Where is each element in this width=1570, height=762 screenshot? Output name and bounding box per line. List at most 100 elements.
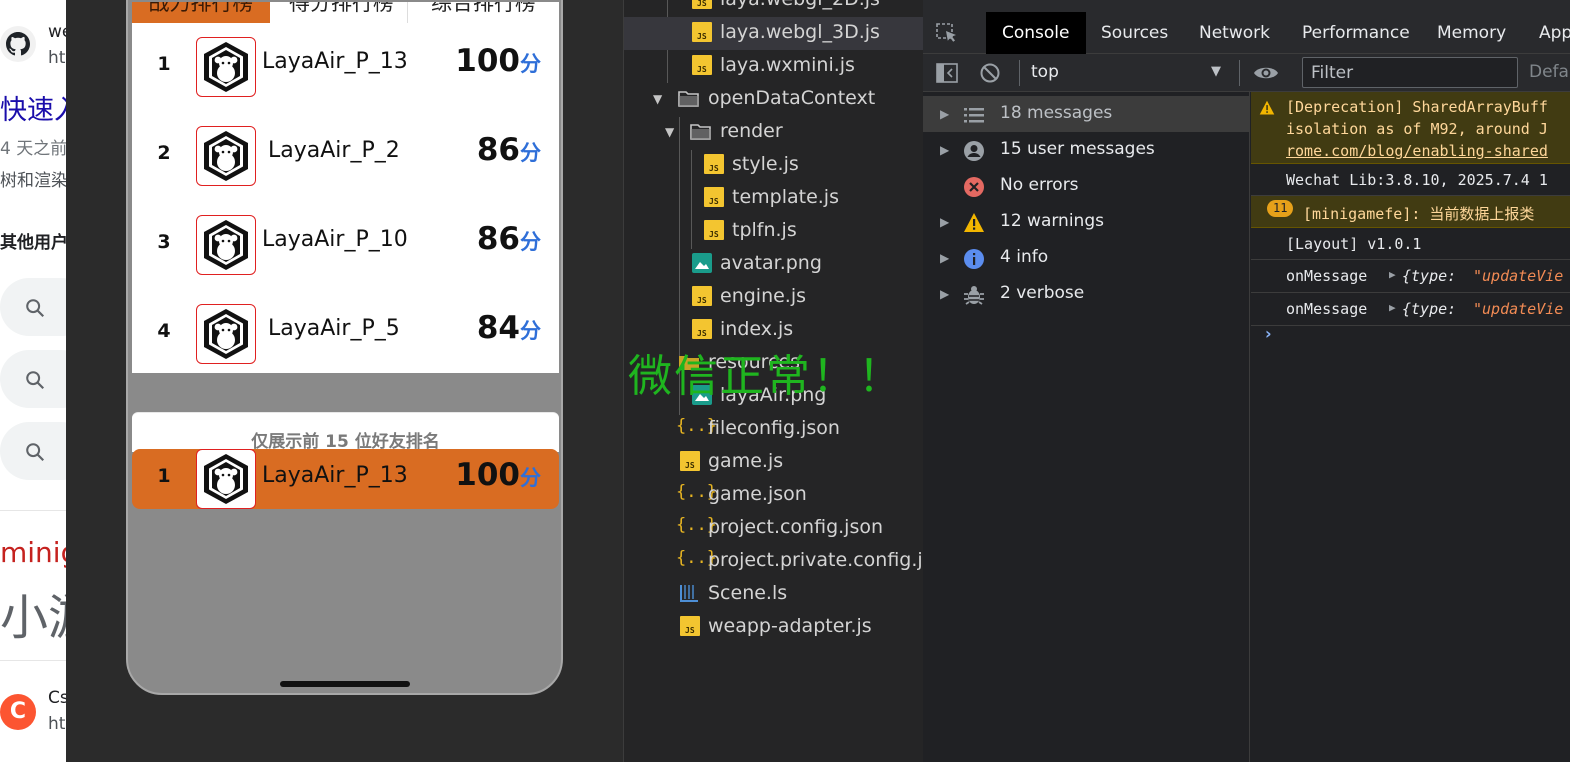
screen-root: we ht 快速入 4 天之前 树和渲染 其他用户 minig 小游 C Cs … [0, 0, 1570, 762]
layaair-logo-icon [204, 309, 248, 359]
leaderboard-list[interactable]: 1 LayaAir_P_13 100分 2 LayaAir_P_2 86分 3 [132, 23, 559, 373]
context-selector[interactable]: top [1031, 62, 1059, 82]
js-file-icon: JS [704, 220, 724, 240]
divider [1239, 60, 1240, 86]
result-date: 4 天之前 [0, 139, 66, 159]
console-log-message[interactable]: onMessage ▶ {type: "updateVie [1251, 293, 1570, 326]
avatar [196, 449, 256, 509]
player-name: LayaAir_P_13 [262, 463, 408, 488]
layaair-logo-icon [204, 42, 248, 92]
console-messages: [Deprecation] SharedArrayBuff isolation … [1251, 92, 1570, 762]
tab-network[interactable]: Network [1183, 12, 1286, 54]
result-site-name[interactable]: minig [0, 536, 66, 569]
sidebar-item-verbose[interactable]: ▶ 2 verbose [923, 276, 1250, 312]
devtools-panel: Console Sources Network Performance Memo… [923, 0, 1570, 762]
js-file-icon: JS [692, 319, 712, 339]
chevron-right-icon: ▶ [940, 251, 950, 265]
rank-number: 2 [157, 142, 171, 164]
chevron-right-icon: ▶ [940, 143, 950, 157]
devtools-tabs: Console Sources Network Performance Memo… [923, 12, 1570, 54]
sidebar-item-warnings[interactable]: ▶ 12 warnings [923, 204, 1250, 240]
sidebar-item-messages[interactable]: ▶ 18 messages [923, 96, 1250, 132]
watermark-text: 微信正常！！ [628, 351, 904, 402]
file-item[interactable]: {..} project.config.json [624, 512, 923, 545]
rank-number: 1 [157, 53, 171, 75]
json-file-icon: {..} [676, 548, 717, 568]
expand-triangle-icon[interactable]: ▶ [1389, 268, 1396, 281]
leaderboard-row: 2 LayaAir_P_2 86分 [132, 112, 559, 201]
tab-overall-rank[interactable]: 综合排行榜 [408, 2, 559, 23]
related-search-chip[interactable] [0, 350, 66, 408]
layaair-logo-icon [204, 220, 248, 270]
deprecation-link[interactable]: rome.com/blog/enabling-shared [1286, 142, 1548, 160]
file-item[interactable]: JS laya.webgl_3D.js [624, 17, 923, 50]
info-icon [963, 248, 985, 270]
inspect-element-icon[interactable] [935, 22, 959, 48]
player-name: LayaAir_P_10 [262, 227, 408, 252]
result-url[interactable]: ht [48, 714, 65, 734]
console-log-message[interactable]: onMessage ▶ {type: "updateVie [1251, 260, 1570, 293]
toggle-sidebar-icon[interactable] [935, 62, 959, 88]
sidebar-item-errors[interactable]: No errors [923, 168, 1250, 204]
console-filter-input[interactable] [1303, 58, 1517, 87]
console-log-message[interactable]: Wechat Lib:3.8.10, 2025.7.4 1 [1251, 164, 1570, 196]
player-score: 84分 [476, 310, 541, 346]
search-icon [26, 371, 45, 390]
json-file-icon: {..} [676, 515, 717, 535]
file-item[interactable]: avatar.png [624, 248, 923, 281]
home-indicator[interactable] [280, 681, 410, 687]
file-item[interactable]: Scene.ls [624, 578, 923, 611]
player-name: LayaAir_P_2 [268, 138, 400, 163]
tab-memory[interactable]: Memory [1421, 12, 1522, 54]
js-file-icon: JS [692, 286, 712, 306]
file-item[interactable]: JS laya.wxmini.js [624, 50, 923, 83]
related-search-chip[interactable] [0, 422, 66, 480]
user-icon [963, 140, 985, 162]
chevron-right-icon: ▶ [940, 215, 950, 229]
dropdown-arrow-icon[interactable]: ▼ [1211, 64, 1221, 79]
file-item[interactable]: {..} fileconfig.json [624, 413, 923, 446]
js-file-icon: JS [680, 451, 700, 471]
search-icon [26, 443, 45, 462]
expand-triangle-icon[interactable]: ▶ [1389, 301, 1396, 314]
avatar [196, 304, 256, 364]
leaderboard-row: 3 LayaAir_P_10 86分 [132, 201, 559, 290]
file-item[interactable]: JS laya.webgl_2D.js [624, 0, 923, 17]
player-score: 100分 [455, 43, 541, 79]
file-item[interactable]: {..} game.json [624, 479, 923, 512]
phone-simulator: 战力排行榜 得分排行榜 综合排行榜 1 LayaAir_P_13 100分 2 … [126, 0, 563, 695]
console-warning-message[interactable]: [Deprecation] SharedArrayBuff isolation … [1251, 92, 1570, 164]
folder-open-icon [690, 121, 711, 141]
console-warning-message[interactable]: 11 [minigamefe]: 当前数据上报类 [1251, 196, 1570, 228]
related-search-chip[interactable] [0, 278, 66, 336]
sidebar-item-info[interactable]: ▶ 4 info [923, 240, 1250, 276]
console-log-message[interactable]: [Layout] v1.0.1 [1251, 228, 1570, 260]
sidebar-item-user-messages[interactable]: ▶ 15 user messages [923, 132, 1250, 168]
file-item[interactable]: JS tplfn.js [624, 215, 923, 248]
chevron-right-icon: ▶ [940, 287, 950, 301]
chevron-down-icon: ▼ [665, 125, 675, 139]
file-item[interactable]: JS weapp-adapter.js [624, 611, 923, 644]
folder-item[interactable]: ▼ openDataContext [624, 83, 923, 116]
console-prompt-icon[interactable]: › [1265, 324, 1272, 343]
result-url[interactable]: ht [48, 48, 65, 68]
file-item[interactable]: JS style.js [624, 149, 923, 182]
bug-icon [963, 284, 985, 306]
tab-score-rank[interactable]: 得分排行榜 [276, 2, 408, 23]
eye-icon[interactable] [1253, 63, 1279, 87]
file-item[interactable]: JS game.js [624, 446, 923, 479]
leaderboard-row: 4 LayaAir_P_5 84分 [132, 290, 559, 373]
tab-application[interactable]: App [1523, 12, 1570, 54]
tab-console[interactable]: Console [986, 12, 1086, 54]
file-item[interactable]: JS engine.js [624, 281, 923, 314]
file-item[interactable]: JS template.js [624, 182, 923, 215]
tab-performance[interactable]: Performance [1286, 12, 1426, 54]
tab-power-rank[interactable]: 战力排行榜 [132, 2, 270, 23]
tab-sources[interactable]: Sources [1085, 12, 1184, 54]
file-item[interactable]: {..} project.private.config.js... [624, 545, 923, 578]
clear-console-icon[interactable] [979, 62, 1001, 88]
result-title-link[interactable]: 小游 [0, 578, 66, 648]
result-title-link[interactable]: 快速入 [0, 88, 66, 127]
log-levels-dropdown[interactable]: Defa [1529, 62, 1569, 82]
folder-item[interactable]: ▼ render [624, 116, 923, 149]
